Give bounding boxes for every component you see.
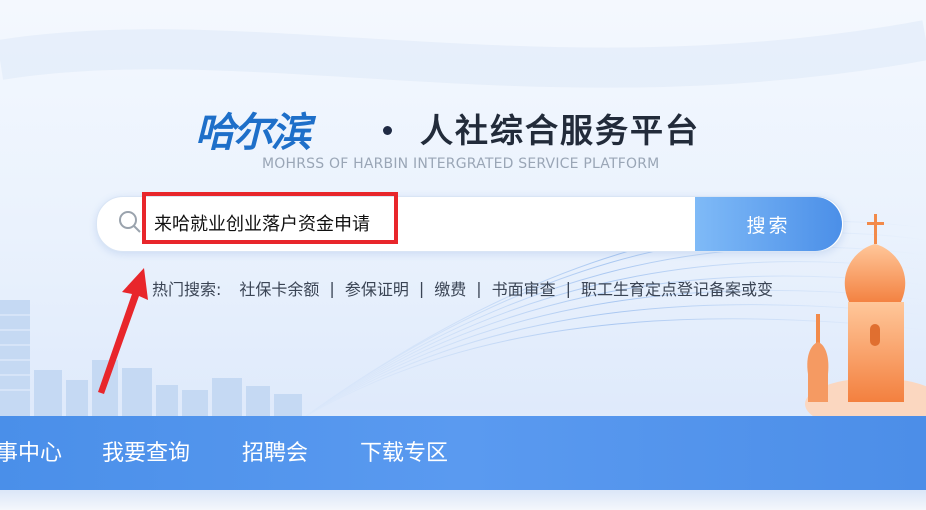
hot-search-item[interactable]: 职工生育定点登记备案或变 [581,276,773,300]
hot-search-item[interactable]: 书面审查 [492,276,556,300]
title-separator-dot [383,126,392,135]
nav-item-service-center[interactable]: 事中心 [0,435,62,467]
bottom-shadow [0,490,926,510]
hot-search-item[interactable]: 缴费 [434,276,466,300]
nav-item-job-fair[interactable]: 招聘会 [242,435,308,467]
hot-search-row: 热门搜索: 社保卡余额 | 参保证明 | 缴费 | 书面审查 | 职工生育定点登… [152,276,773,300]
search-button[interactable]: 搜索 [695,197,842,251]
nav-item-downloads[interactable]: 下载专区 [360,435,448,467]
city-logo: 哈尔滨 [195,109,311,156]
separator: | [565,278,572,298]
platform-title: 人社综合服务平台 [420,111,700,150]
platform-subtitle: MOHRSS OF HARBIN INTERGRATED SERVICE PLA… [262,156,660,172]
city-buildings-illustration [0,300,302,420]
red-arrow-annotation [98,268,148,394]
nav-item-query[interactable]: 我要查询 [102,435,190,467]
separator: | [329,278,335,298]
hot-search-item[interactable]: 社保卡余额 [239,276,319,300]
hot-search-label: 热门搜索: [152,280,222,299]
separator: | [418,278,425,298]
separator: | [476,278,482,298]
search-input-highlight [142,192,398,244]
hot-search-item[interactable]: 参保证明 [345,276,409,300]
search-icon [119,211,141,233]
